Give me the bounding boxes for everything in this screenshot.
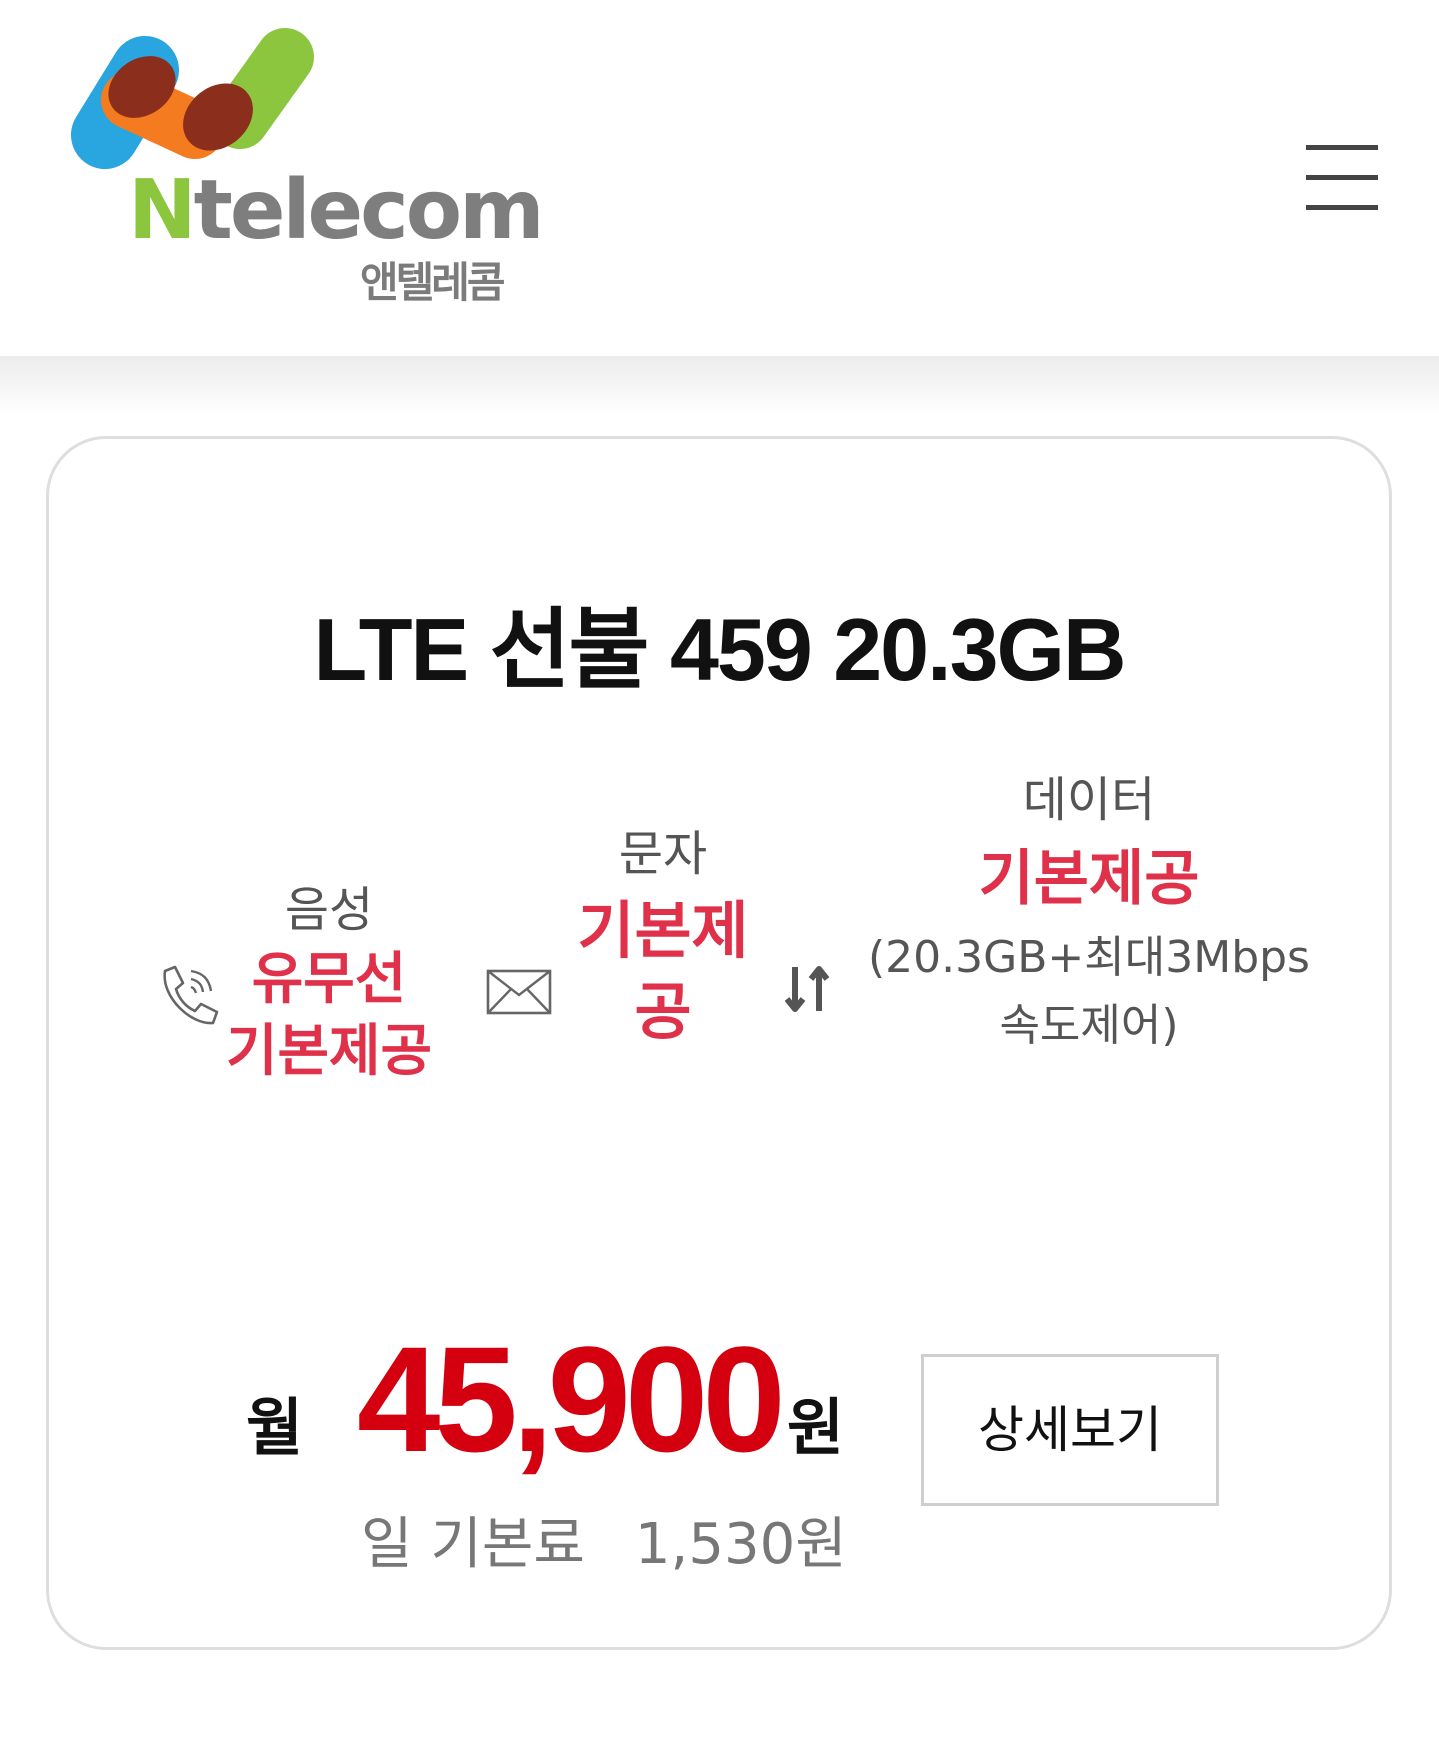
data-feature: 데이터 기본제공 (20.3GB+최대3Mbps 속도제어) <box>839 767 1339 1061</box>
logo-wordmark-n: N <box>128 163 197 258</box>
plan-card: LTE 선불 459 20.3GB 음성 유무선 기본제공 문자 기본제 공 데… <box>46 436 1392 1650</box>
voice-value-line2: 기본제공 <box>225 1018 433 1084</box>
sms-value-line2: 공 <box>634 974 692 1048</box>
logo-wordmark-rest: telecom <box>193 163 545 258</box>
hamburger-menu-button[interactable] <box>1300 145 1380 215</box>
logo-korean-text: 앤텔레콤 <box>360 258 506 307</box>
logo-wordmark: Ntelecom <box>128 170 545 252</box>
daily-fee-label: 일 기본료 <box>361 1512 585 1577</box>
data-value: 기본제공 <box>978 844 1200 915</box>
voice-feature: 음성 유무선 기본제공 <box>219 877 439 1088</box>
sms-label: 문자 <box>618 826 708 882</box>
data-label: 데이터 <box>1022 772 1156 828</box>
price-suffix: 원 <box>787 1391 845 1464</box>
envelope-icon <box>486 969 552 1015</box>
data-note-line2: 속도제어) <box>999 1000 1179 1052</box>
sms-feature: 문자 기본제 공 <box>563 821 763 1049</box>
phone-icon <box>163 965 219 1025</box>
hamburger-menu-icon-bar <box>1306 205 1378 210</box>
header: Ntelecom 앤텔레콤 <box>0 0 1439 356</box>
plan-title: LTE 선불 459 20.3GB <box>313 600 1126 699</box>
daily-fee: 일 기본료 1,530원 <box>361 1499 847 1580</box>
hamburger-menu-icon <box>1306 145 1378 150</box>
voice-value-line1: 유무선 <box>251 947 407 1013</box>
daily-fee-amount: 1,530원 <box>634 1512 847 1577</box>
header-shadow <box>0 356 1439 416</box>
price-amount: 45,900 <box>357 1315 786 1483</box>
view-details-button[interactable]: 상세보기 <box>921 1354 1219 1506</box>
data-transfer-arrows-icon <box>784 966 830 1012</box>
sms-value-line1: 기본제 <box>577 894 749 968</box>
data-note-line1: (20.3GB+최대3Mbps <box>868 932 1310 984</box>
price-prefix: 월 <box>246 1391 304 1464</box>
voice-label: 음성 <box>284 882 374 938</box>
hamburger-menu-icon-bar <box>1306 175 1378 180</box>
